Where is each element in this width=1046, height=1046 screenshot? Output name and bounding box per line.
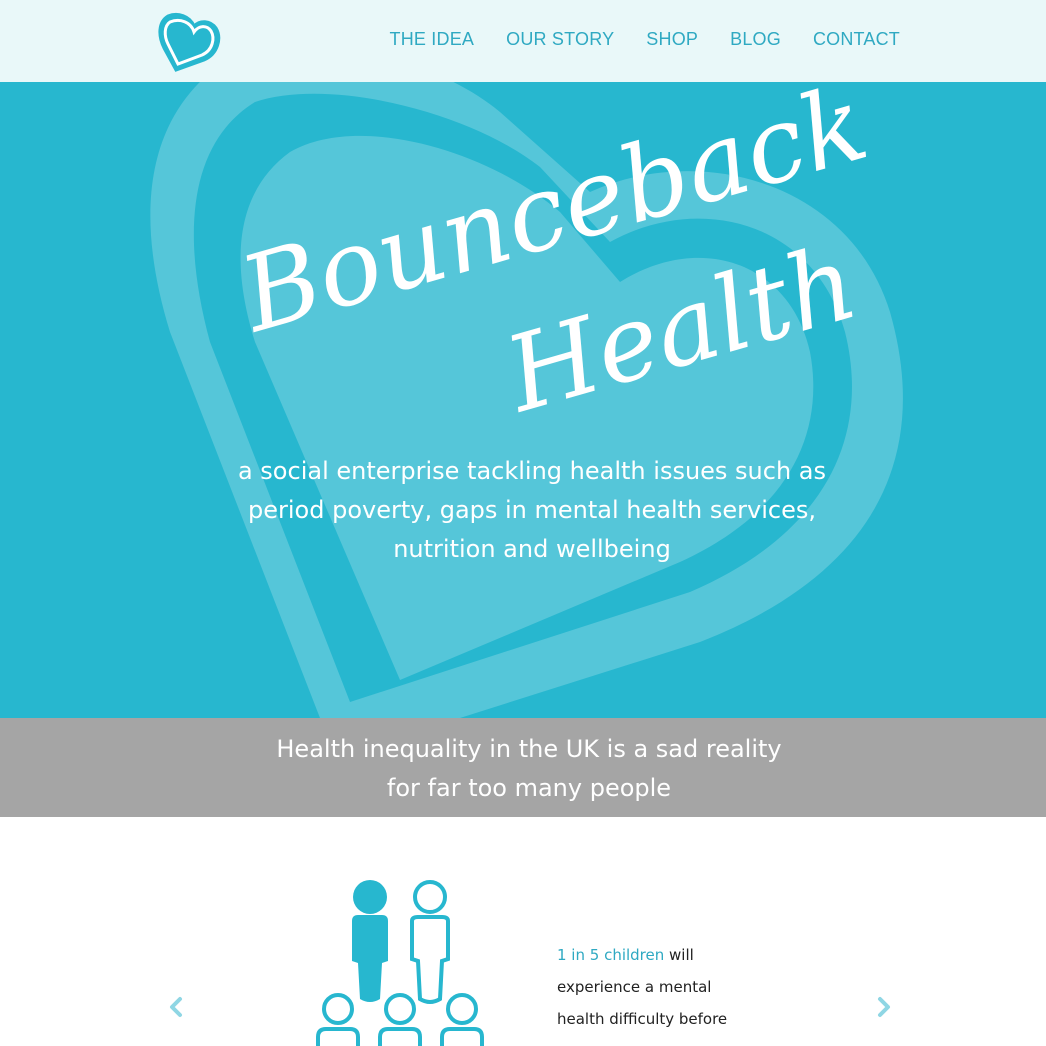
chevron-right-icon[interactable] xyxy=(874,995,894,1019)
nav-the-idea[interactable]: THE IDEA xyxy=(390,29,475,50)
chevron-left-icon[interactable] xyxy=(166,995,186,1019)
hero-tagline: a social enterprise tackling health issu… xyxy=(237,457,827,563)
hero-title: Bounceback Health xyxy=(226,82,879,437)
nav-blog[interactable]: BLOG xyxy=(730,29,781,50)
stat-highlight: 1 in 5 children xyxy=(557,946,665,964)
main-nav: THE IDEA OUR STORY SHOP BLOG CONTACT xyxy=(358,29,901,50)
inequality-band: Health inequality in the UK is a sad rea… xyxy=(0,718,1046,817)
heart-logo-icon[interactable] xyxy=(156,8,222,74)
hero-banner: Bounceback Health a social enterprise ta… xyxy=(0,82,1046,718)
stat-text: 1 in 5 children will experience a mental… xyxy=(557,939,747,1035)
band-text: Health inequality in the UK is a sad rea… xyxy=(276,735,782,802)
nav-shop[interactable]: SHOP xyxy=(646,29,698,50)
site-header: THE IDEA OUR STORY SHOP BLOG CONTACT xyxy=(0,0,1046,82)
nav-contact[interactable]: CONTACT xyxy=(813,29,900,50)
people-group-icon xyxy=(316,880,484,1046)
nav-our-story[interactable]: OUR STORY xyxy=(506,29,614,50)
stats-carousel: 1 in 5 children will experience a mental… xyxy=(0,817,1046,1046)
